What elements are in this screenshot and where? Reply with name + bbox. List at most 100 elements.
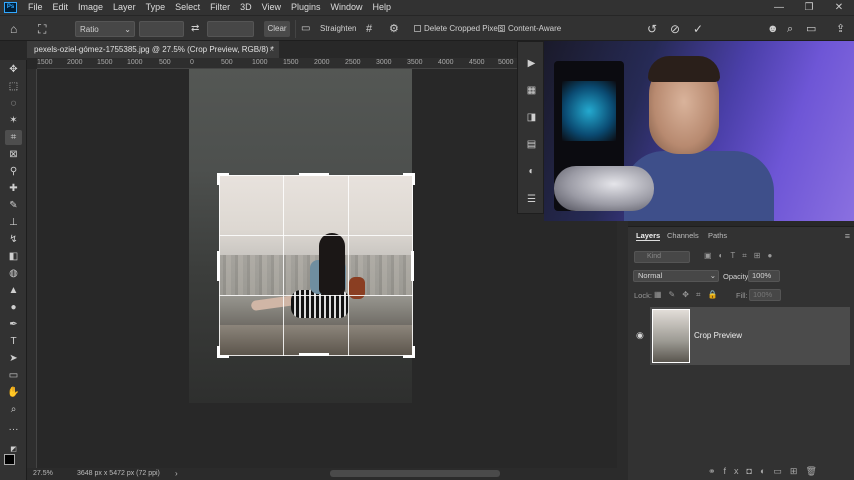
ruler-label: 4500 <box>469 59 485 66</box>
stamp-icon[interactable]: ⊥ <box>5 215 22 230</box>
path-select-icon[interactable]: ➤ <box>5 351 22 366</box>
height-input[interactable] <box>207 21 254 37</box>
marquee-icon[interactable]: ⬚ <box>5 79 22 94</box>
menu-help[interactable]: Help <box>368 0 397 15</box>
menu-type[interactable]: Type <box>141 0 171 15</box>
grid-panel-icon[interactable]: ▦ <box>524 83 539 98</box>
panel-menu-icon[interactable]: ≡ <box>845 231 850 241</box>
overlay-grid-icon[interactable]: # <box>366 21 372 37</box>
crop-handle-bottom-left[interactable] <box>217 346 229 358</box>
cancel-icon[interactable]: ⊘ <box>670 21 680 37</box>
eraser-icon[interactable]: ◧ <box>5 249 22 264</box>
chevron-right-icon[interactable]: › <box>175 469 178 478</box>
play-icon[interactable]: ▶ <box>524 56 539 71</box>
swap-icon[interactable]: ⇄ <box>191 21 199 37</box>
close-window-button[interactable]: ✕ <box>824 0 854 15</box>
crop-preview-image[interactable] <box>219 175 413 356</box>
magic-wand-icon[interactable]: ✶ <box>5 113 22 128</box>
reset-icon[interactable]: ↺ <box>647 21 657 37</box>
opacity-input[interactable]: 100% <box>748 270 780 282</box>
home-icon[interactable]: ⌂ <box>10 21 17 37</box>
blend-mode-select[interactable]: Normal ⌄ <box>633 270 719 282</box>
tab-channels[interactable]: Channels <box>667 231 699 240</box>
table-icon[interactable]: ▤ <box>524 137 539 152</box>
minimize-button[interactable]: — <box>764 0 794 15</box>
foreground-color[interactable] <box>4 454 15 465</box>
menu-plugins[interactable]: Plugins <box>286 0 326 15</box>
commit-check-icon[interactable]: ✓ <box>693 21 703 37</box>
zoom-level[interactable]: 27.5% <box>33 470 53 477</box>
lock-icons[interactable]: ▦✎✥⌗🔒 <box>654 290 724 300</box>
tab-layers[interactable]: Layers <box>636 231 661 241</box>
menu-filter[interactable]: Filter <box>205 0 235 15</box>
brush-icon[interactable]: ✎ <box>5 198 22 213</box>
gradient-panel-icon[interactable]: ◨ <box>524 110 539 125</box>
menu-3d[interactable]: 3D <box>235 0 257 15</box>
layer-row[interactable]: Crop Preview <box>650 307 850 365</box>
menu-file[interactable]: File <box>23 0 48 15</box>
menu-edit[interactable]: Edit <box>48 0 74 15</box>
filter-icons[interactable]: ▣◐T⌗⊞● <box>704 251 779 261</box>
ruler-label: 1500 <box>37 59 53 66</box>
search-icon[interactable]: ⌕ <box>787 21 793 37</box>
eyedropper-icon[interactable]: ⚲ <box>5 164 22 179</box>
menu-image[interactable]: Image <box>73 0 108 15</box>
layers-panel: Layers Channels Paths ≡ Kind ▣◐T⌗⊞● Norm… <box>628 226 854 480</box>
fill-input[interactable]: 100% <box>749 289 781 301</box>
delete-cropped-checkbox[interactable]: Delete Cropped Pixels <box>414 21 504 37</box>
crop-handle-bottom[interactable] <box>299 353 329 356</box>
type-icon[interactable]: T <box>5 334 22 349</box>
content-aware-checkbox[interactable]: Content-Aware <box>498 21 561 37</box>
crop-handle-top[interactable] <box>299 173 329 176</box>
history-brush-icon[interactable]: ↯ <box>5 232 22 247</box>
hand-icon[interactable]: ✋ <box>5 385 22 400</box>
width-input[interactable] <box>139 21 184 37</box>
move-icon[interactable]: ✥ <box>5 62 22 77</box>
document-info[interactable]: 3648 px x 5472 px (72 ppi) <box>77 470 160 477</box>
menu-view[interactable]: View <box>257 0 286 15</box>
crop-handle-top-left[interactable] <box>217 173 229 185</box>
crop-handle-left[interactable] <box>217 251 220 281</box>
ratio-select[interactable]: Ratio ⌄ <box>75 21 135 37</box>
crop-grid-line <box>219 235 413 236</box>
ruler-label: 3500 <box>407 59 423 66</box>
workspace-icon[interactable]: ▭ <box>806 21 816 37</box>
pen-icon[interactable]: ✒ <box>5 317 22 332</box>
document-tab[interactable]: pexels-oziel-gómez-1755385.jpg @ 27.5% (… <box>27 41 279 58</box>
straighten-button[interactable]: Straighten <box>320 21 356 37</box>
gear-icon[interactable]: ⚙ <box>389 21 399 37</box>
share-icon[interactable]: ☻ <box>767 21 779 37</box>
menu-select[interactable]: Select <box>170 0 205 15</box>
adjustment-icon[interactable]: ◐ <box>524 164 539 179</box>
crop-handle-right[interactable] <box>411 251 414 281</box>
horizontal-scroll-thumb[interactable] <box>330 470 500 477</box>
straighten-icon[interactable]: ▭ <box>301 21 310 37</box>
layer-actions-icons[interactable]: ⚭fx◘◐▭⊞🗑 <box>708 466 825 477</box>
status-bar: 27.5% 3648 px x 5472 px (72 ppi) › <box>27 468 617 480</box>
dodge-icon[interactable]: ● <box>5 300 22 315</box>
frame-icon[interactable]: ⊠ <box>5 147 22 162</box>
panel-share-icon[interactable]: ⇪ <box>836 21 845 37</box>
document-canvas[interactable] <box>37 69 517 468</box>
menu-window[interactable]: Window <box>326 0 368 15</box>
blur-icon[interactable]: ▲ <box>5 283 22 298</box>
zoom-icon[interactable]: ⌕ <box>5 402 22 417</box>
lasso-icon[interactable]: ◌ <box>5 96 22 111</box>
gradient-icon[interactable]: ◍ <box>5 266 22 281</box>
sliders-icon[interactable]: ☰ <box>524 192 539 207</box>
crop-handle-top-right[interactable] <box>403 173 415 185</box>
healing-icon[interactable]: ✚ <box>5 181 22 196</box>
crop-tool-preset-icon[interactable]: ⛶ <box>38 21 46 37</box>
eye-icon[interactable]: ◉ <box>636 330 644 341</box>
menu-layer[interactable]: Layer <box>108 0 141 15</box>
tab-paths[interactable]: Paths <box>708 231 727 240</box>
maximize-button[interactable]: ❐ <box>794 0 824 15</box>
more-icon[interactable]: ··· <box>5 422 22 437</box>
shape-icon[interactable]: ▭ <box>5 368 22 383</box>
crop-icon[interactable]: ⌗ <box>5 130 22 145</box>
crop-handle-bottom-right[interactable] <box>403 346 415 358</box>
layer-filter-input[interactable]: Kind <box>634 251 690 263</box>
clear-button[interactable]: Clear <box>264 21 290 37</box>
close-tab-icon[interactable]: × <box>269 41 274 58</box>
layer-name[interactable]: Crop Preview <box>694 331 742 340</box>
